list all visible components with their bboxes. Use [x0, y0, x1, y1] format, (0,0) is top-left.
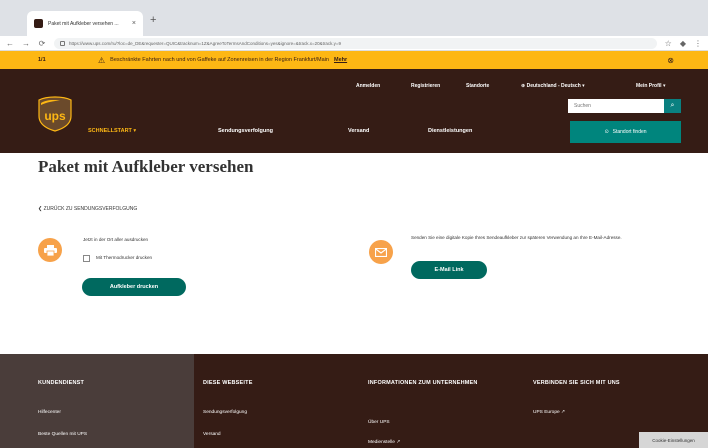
nav-quickstart-label: SCHNELLSTART: [88, 128, 132, 134]
nav-services[interactable]: Dienstleistungen: [428, 128, 472, 134]
footer-heading-connect: VERBINDEN SIE SICH MIT UNS: [533, 380, 620, 386]
ups-logo[interactable]: ups: [38, 96, 72, 132]
profile-menu[interactable]: Mein Profil ▾: [636, 83, 665, 89]
back-link-label: ZURÜCK ZU SENDUNGSVERFOLGUNG: [43, 206, 138, 212]
search-input[interactable]: [568, 99, 664, 113]
envelope-icon: [369, 240, 393, 264]
browser-tab-strip: Paket mit Aufkleber versehen ... × +: [0, 0, 708, 36]
alert-counter: 1/1: [38, 57, 46, 63]
ups-favicon-icon: [34, 19, 43, 28]
footer-link-ups-europe[interactable]: UPS Europe ↗: [533, 410, 565, 415]
lock-icon: [60, 40, 65, 46]
menu-dots-icon[interactable]: ⋮: [694, 39, 702, 48]
profile-label: Mein Profil: [636, 83, 662, 89]
thermal-printer-label: Mit Thermodrucker drucken: [96, 255, 153, 260]
language-label: Deutschland - Deutsch: [526, 83, 581, 89]
footer-heading-this-website: DIESE WEBSEITE: [203, 380, 253, 386]
nav-shipping[interactable]: Versand: [348, 128, 369, 134]
footer-link-tracking[interactable]: Sendungsverfolgung: [203, 410, 247, 415]
service-alert-banner: 1/1 ⚠ Beschränkte Fahrten nach und von G…: [0, 51, 708, 69]
external-link-icon: ↗: [396, 440, 401, 445]
nav-quickstart[interactable]: SCHNELLSTART ▾: [88, 128, 136, 134]
locations-link[interactable]: Standorte: [466, 83, 489, 89]
footer-column-highlight: [0, 354, 194, 448]
language-selector[interactable]: ⊕ Deutschland - Deutsch ▾: [521, 83, 585, 89]
footer-link-ups-sources[interactable]: Beste Quellen mit UPS: [38, 432, 87, 437]
footer-link-shipping[interactable]: Versand: [203, 432, 221, 437]
browser-toolbar: ← → ⟳ https://www.ups.com/ru/?loc=de_DE&…: [0, 36, 708, 51]
extension-icon[interactable]: ◆: [680, 39, 686, 48]
footer-link-ups-europe-label: UPS Europe: [533, 410, 560, 415]
url-text: https://www.ups.com/ru/?loc=de_DE&reques…: [69, 40, 342, 46]
register-link[interactable]: Registrieren: [411, 83, 440, 89]
back-to-tracking-link[interactable]: ❮ ZURÜCK ZU SENDUNGSVERFOLGUNG: [38, 206, 137, 212]
print-option-text: Jetzt in der Ort aller ausdrucken: [83, 237, 149, 242]
close-icon[interactable]: ×: [132, 20, 136, 27]
tab-title: Paket mit Aufkleber versehen ...: [48, 20, 119, 27]
footer-link-newsroom[interactable]: Medienstelle ↗: [368, 440, 400, 445]
footer-link-about-ups[interactable]: Über UPS: [368, 420, 390, 425]
find-location-button[interactable]: ⊙ Standort finden: [570, 121, 681, 143]
printer-icon: [38, 238, 62, 262]
footer-heading-customer-service: KUNDENDIENST: [38, 380, 85, 386]
alert-close-icon[interactable]: ⊗: [667, 56, 674, 65]
location-pin-icon: ⊙: [604, 129, 609, 135]
find-location-label: Standort finden: [612, 129, 647, 135]
site-search: ⌕: [568, 99, 681, 113]
external-link-icon: ↗: [561, 410, 566, 415]
alert-message: Beschränkte Fahrten nach und von Gaffeke…: [110, 57, 329, 63]
svg-text:ups: ups: [44, 109, 66, 123]
email-option-text: Senden Sie eine digitale Kopie Ihres Sen…: [411, 235, 622, 240]
new-tab-icon[interactable]: +: [150, 14, 156, 26]
page-title: Paket mit Aufkleber versehen: [38, 157, 254, 176]
footer-link-newsroom-label: Medienstelle: [368, 440, 395, 445]
warning-icon: ⚠: [98, 55, 106, 65]
thermal-printer-checkbox[interactable]: [83, 255, 90, 262]
cookie-settings-button[interactable]: Cookie-Einstellungen: [639, 432, 708, 448]
address-bar[interactable]: https://www.ups.com/ru/?loc=de_DE&reques…: [54, 37, 657, 49]
star-icon[interactable]: ☆: [665, 39, 672, 48]
forward-arrow-icon[interactable]: →: [22, 39, 30, 48]
footer-link-help-center[interactable]: Hilfecenter: [38, 410, 61, 415]
search-icon[interactable]: ⌕: [664, 99, 681, 113]
browser-tab[interactable]: Paket mit Aufkleber versehen ... ×: [27, 11, 143, 36]
print-label-button[interactable]: Aufkleber drucken: [82, 278, 186, 296]
nav-tracking[interactable]: Sendungsverfolgung: [218, 128, 273, 134]
back-arrow-icon[interactable]: ←: [6, 39, 14, 48]
login-link[interactable]: Anmelden: [356, 83, 380, 89]
alert-more-link[interactable]: Mehr: [334, 57, 347, 63]
reload-icon[interactable]: ⟳: [38, 39, 46, 48]
email-link-button[interactable]: E-Mail Link: [411, 261, 487, 279]
footer-heading-company-info: INFORMATIONEN ZUM UNTERNEHMEN: [368, 380, 478, 386]
